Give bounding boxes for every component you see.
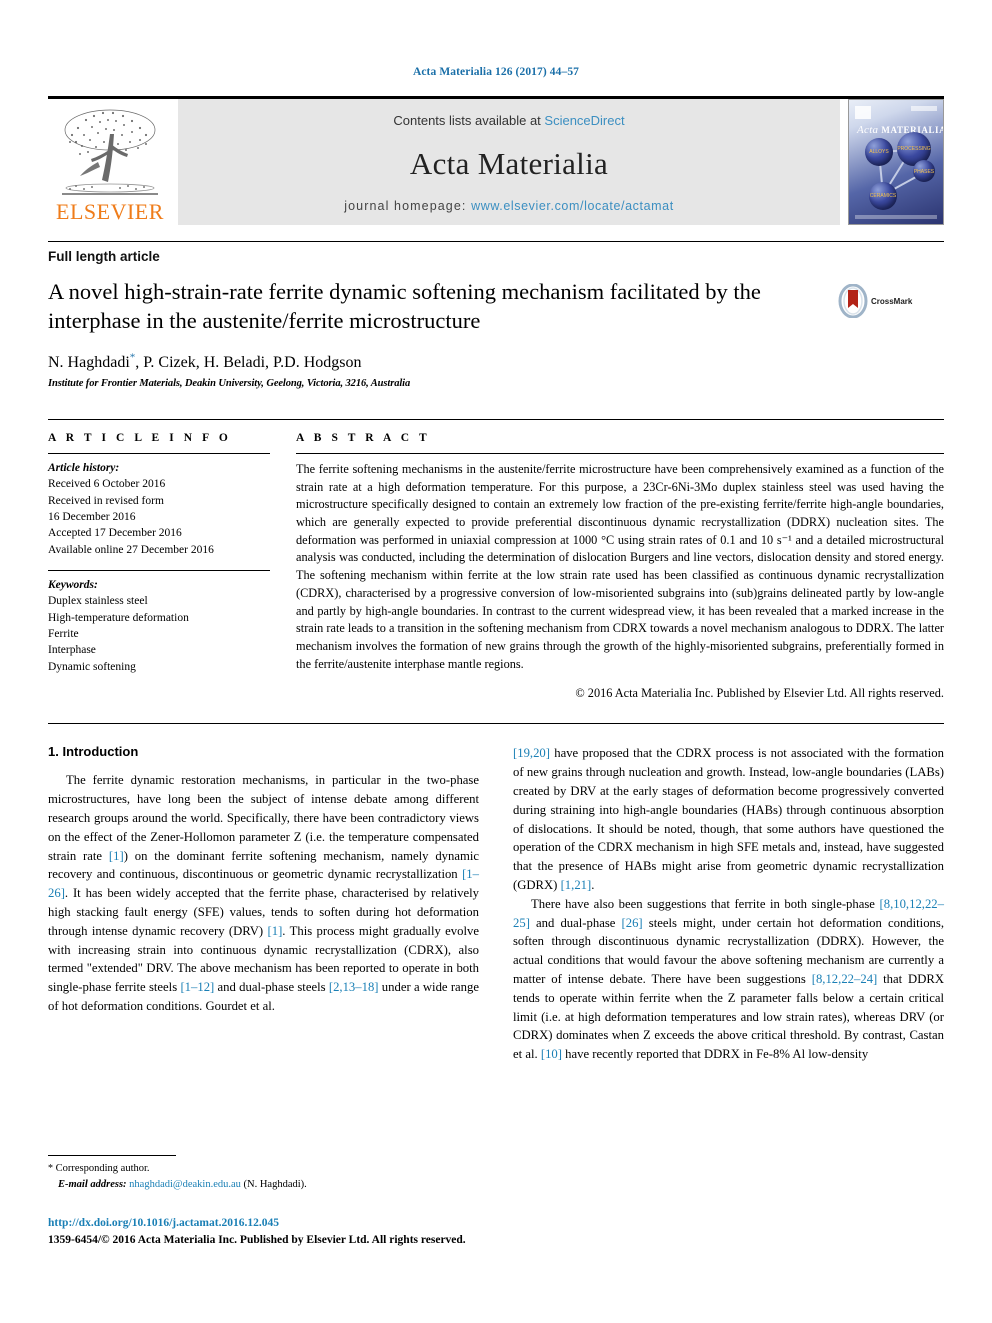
title-block: A novel high-strain-rate ferrite dynamic… — [48, 278, 944, 389]
email-address-label: E-mail address: — [58, 1178, 127, 1190]
authors-text: N. Haghdadi*, P. Cizek, H. Beladi, P.D. … — [48, 351, 362, 371]
history-item: 16 December 2016 — [48, 510, 136, 523]
citation-ref[interactable]: [1] — [268, 924, 283, 938]
journal-cover-thumbnail: Acta MATERIALIA ALLOYS PROCESSING PHASES… — [848, 99, 944, 225]
abstract-text: The ferrite softening mechanisms in the … — [296, 461, 944, 671]
contents-prefix: Contents lists available at — [393, 113, 545, 128]
abstract-column: A B S T R A C T The ferrite softening me… — [296, 432, 944, 701]
footnote-line-1: * Corresponding author. — [48, 1161, 478, 1177]
intro-paragraph-left: The ferrite dynamic restoration mechanis… — [48, 771, 479, 1015]
crossmark-badge[interactable]: CrossMark — [838, 284, 924, 318]
history-item: Accepted 17 December 2016 — [48, 527, 182, 540]
cover-node-phases: PHASES — [913, 160, 935, 182]
intro-paragraph-right-2: There have also been suggestions that fe… — [513, 895, 944, 1064]
contents-available-line: Contents lists available at ScienceDirec… — [393, 113, 624, 128]
doi-link[interactable]: http://dx.doi.org/10.1016/j.actamat.2016… — [48, 1215, 568, 1232]
history-item: Available online 27 December 2016 — [48, 543, 214, 556]
citation-ref[interactable]: [10] — [541, 1047, 562, 1061]
journal-homepage-link[interactable]: www.elsevier.com/locate/actamat — [471, 199, 674, 213]
masthead-center-panel: Contents lists available at ScienceDirec… — [178, 99, 840, 225]
homepage-prefix: journal homepage: — [344, 199, 472, 213]
crossmark-label: CrossMark — [871, 296, 913, 306]
para-fragment: have recently reported that DDRX in Fe-8… — [561, 1047, 869, 1062]
cover-footer-bar — [855, 215, 937, 219]
issn-copyright-line: 1359-6454/© 2016 Acta Materialia Inc. Pu… — [48, 1234, 466, 1247]
abstract-heading: A B S T R A C T — [296, 431, 431, 444]
journal-title: Acta Materialia — [409, 145, 609, 181]
email-link[interactable]: nhaghdadi@deakin.edu.au — [129, 1179, 241, 1190]
history-item: Received in revised form — [48, 494, 164, 507]
footnote-star: * — [48, 1163, 53, 1174]
author-list: N. Haghdadi*, P. Cizek, H. Beladi, P.D. … — [48, 352, 838, 372]
elsevier-wordmark: ELSEVIER — [56, 199, 164, 224]
para-fragment: There have also been suggestions that fe… — [531, 896, 880, 911]
doi-block: http://dx.doi.org/10.1016/j.actamat.2016… — [48, 1215, 568, 1250]
article-type-label: Full length article — [48, 241, 944, 264]
keywords-group: Keywords: Duplex stainless steel High-te… — [48, 571, 270, 675]
sciencedirect-link[interactable]: ScienceDirect — [544, 113, 624, 128]
journal-masthead: ELSEVIER Contents lists available at Sci… — [48, 96, 944, 225]
email-author-suffix: (N. Haghdadi). — [243, 1178, 307, 1190]
keyword-item: Interphase — [48, 644, 96, 657]
keyword-item: Dynamic softening — [48, 660, 136, 673]
para-fragment: . — [591, 877, 595, 892]
citation-ref[interactable]: [26] — [622, 916, 643, 930]
keywords-label: Keywords: — [48, 578, 98, 591]
para-fragment: and dual-phase steels — [214, 980, 329, 995]
info-abstract-region: A R T I C L E I N F O Article history: R… — [48, 418, 944, 701]
article-info-column: A R T I C L E I N F O Article history: R… — [48, 432, 270, 701]
history-item: Received 6 October 2016 — [48, 478, 166, 491]
citation-ref[interactable]: [8,12,22–24] — [812, 972, 878, 986]
abstract-copyright: © 2016 Acta Materialia Inc. Published by… — [575, 686, 944, 701]
running-head: Acta Materialia 126 (2017) 44–57 — [412, 66, 580, 78]
citation-ref[interactable]: [19,20] — [513, 746, 550, 760]
crossmark-icon — [838, 284, 868, 318]
citation-ref[interactable]: [1] — [109, 849, 124, 863]
keyword-item: High-temperature deformation — [48, 611, 189, 624]
intro-paragraph-right-1: [19,20] have proposed that the CDRX proc… — [513, 744, 944, 894]
affiliation: Institute for Frontier Materials, Deakin… — [48, 377, 411, 389]
keyword-item: Duplex stainless steel — [48, 595, 148, 608]
article-history-label: Article history: — [48, 461, 120, 474]
para-fragment: have proposed that the CDRX process is n… — [513, 746, 944, 892]
citation-ref[interactable]: [1–12] — [180, 980, 214, 994]
page-title: A novel high-strain-rate ferrite dynamic… — [48, 279, 761, 333]
keyword-item: Ferrite — [48, 627, 79, 640]
para-fragment: and dual-phase — [529, 915, 622, 930]
article-info-heading: A R T I C L E I N F O — [48, 431, 232, 444]
corresponding-author-footnote: * Corresponding author. E-mail address: … — [48, 1155, 478, 1192]
paper-page: Acta Materialia 126 (2017) 44–57 ELSEVIE… — [0, 0, 992, 1323]
cover-node-ceramics: CERAMICS — [869, 182, 897, 210]
section-title-introduction: 1. Introduction — [48, 744, 139, 760]
citation-ref[interactable]: [2,13–18] — [329, 980, 379, 994]
citation-ref[interactable]: [1,21] — [561, 878, 592, 892]
body-column-right: [19,20] have proposed that the CDRX proc… — [513, 744, 944, 1064]
elsevier-tree-icon — [62, 109, 158, 195]
footnote-line-2: E-mail address: nhaghdadi@deakin.edu.au … — [48, 1177, 478, 1192]
footnote-rule — [48, 1155, 176, 1156]
article-history-group: Article history: Received 6 October 2016… — [48, 454, 270, 558]
corresponding-marker: * — [129, 351, 136, 364]
body-column-left: 1. Introduction The ferrite dynamic rest… — [48, 744, 479, 1064]
elsevier-logo: ELSEVIER — [48, 99, 172, 225]
body-region: 1. Introduction The ferrite dynamic rest… — [48, 723, 944, 1064]
journal-homepage-line: journal homepage: www.elsevier.com/locat… — [344, 199, 674, 213]
footnote-corresponding-text: Corresponding author. — [55, 1163, 150, 1174]
cover-node-alloys: ALLOYS — [865, 138, 893, 166]
